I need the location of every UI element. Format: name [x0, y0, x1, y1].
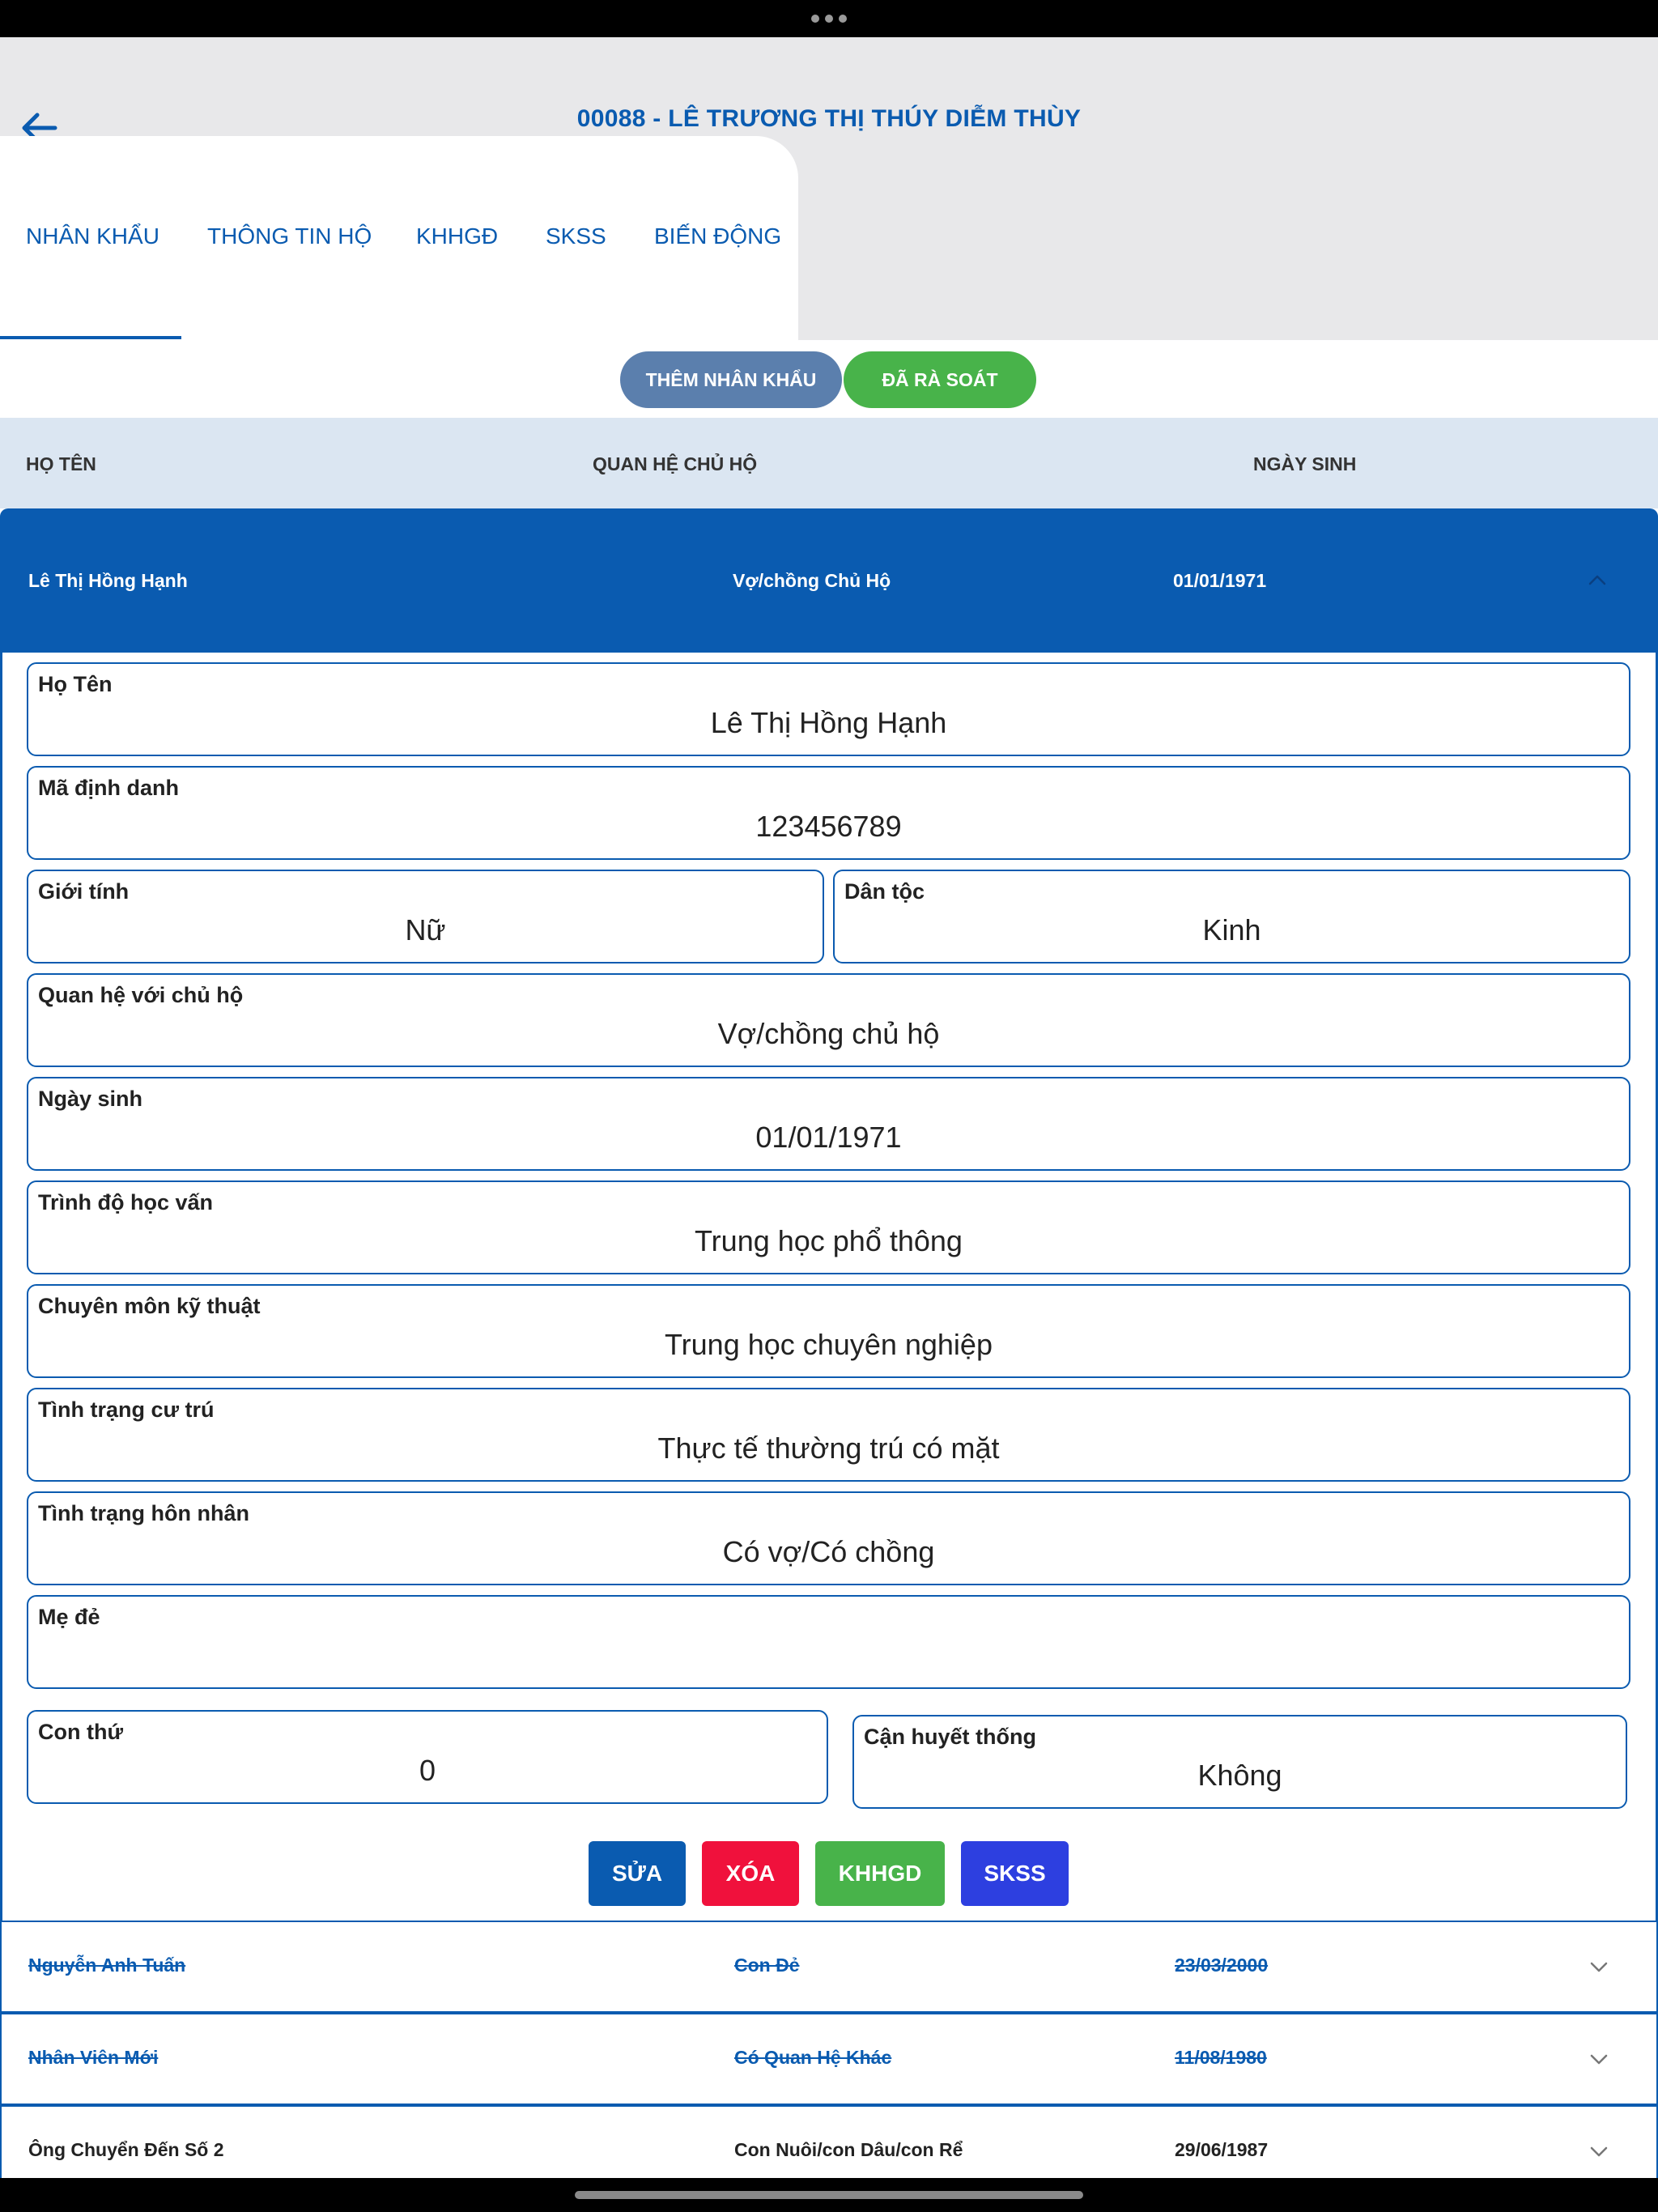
reviewed-button[interactable]: ĐÃ RÀ SOÁT: [844, 351, 1036, 408]
row-dob: 29/06/1987: [1175, 2139, 1269, 2160]
field-label: Con thứ: [38, 1720, 124, 1744]
field-value: 0: [419, 1754, 436, 1787]
field-value: Trung học chuyên nghiệp: [665, 1328, 993, 1361]
field-label: Tình trạng hôn nhân: [38, 1501, 249, 1525]
home-bar: [0, 2178, 1658, 2212]
field-label: Họ Tên: [38, 672, 113, 696]
row-dob: 23/03/2000: [1175, 1955, 1269, 1976]
column-header-name: HỌ TÊN: [26, 453, 96, 474]
table-row[interactable]: Nguyễn Anh Tuấn Con Đẻ 23/03/2000: [0, 1921, 1658, 2013]
id-code-field[interactable]: Mã định danh 123456789: [27, 766, 1630, 860]
row-name: Ông Chuyển Đến Số 2: [28, 2139, 224, 2160]
field-label: Cận huyết thống: [864, 1725, 1036, 1749]
skss-button[interactable]: SKSS: [961, 1841, 1069, 1906]
tab-nhan-khau[interactable]: NHÂN KHẨU: [26, 223, 159, 249]
marital-field[interactable]: Tình trạng hôn nhân Có vợ/Có chồng: [27, 1491, 1630, 1585]
row-name: Lê Thị Hồng Hạnh: [28, 570, 188, 591]
row-relation: Vợ/chồng Chủ Hộ: [733, 570, 891, 591]
child-order-field[interactable]: Con thứ 0: [27, 1710, 828, 1804]
field-value: Có vợ/Có chồng: [722, 1535, 935, 1568]
full-name-field[interactable]: Họ Tên Lê Thị Hồng Hạnh: [27, 662, 1630, 756]
chevron-down-icon[interactable]: [1587, 2047, 1611, 2071]
residence-field[interactable]: Tình trạng cư trú Thực tế thường trú có …: [27, 1388, 1630, 1482]
home-indicator[interactable]: [575, 2191, 1083, 2199]
gender-field[interactable]: Giới tính Nữ: [27, 870, 824, 963]
table-row[interactable]: Nhân Viên Mới Có Quan Hệ Khác 11/08/1980: [0, 2013, 1658, 2105]
row-dob: 11/08/1980: [1175, 2047, 1267, 2068]
dob-field[interactable]: Ngày sinh 01/01/1971: [27, 1077, 1630, 1171]
ethnicity-field[interactable]: Dân tộc Kinh: [833, 870, 1630, 963]
mother-field[interactable]: Mẹ đẻ: [27, 1595, 1630, 1689]
chevron-up-icon[interactable]: [1585, 568, 1609, 593]
tab-skss[interactable]: SKSS: [546, 223, 606, 249]
field-value: Trung học phổ thông: [695, 1224, 963, 1257]
row-name: Nguyễn Anh Tuấn: [28, 1955, 186, 1976]
field-value: 01/01/1971: [755, 1121, 902, 1154]
tab-bien-dong[interactable]: BIẾN ĐỘNG: [654, 223, 781, 249]
active-tab-indicator: [0, 336, 181, 339]
add-member-button[interactable]: THÊM NHÂN KHẨU: [620, 351, 842, 408]
field-value: 123456789: [755, 810, 902, 843]
row-relation: Con Đẻ: [734, 1955, 800, 1976]
field-value: Thực tế thường trú có mặt: [657, 1431, 1000, 1465]
status-bar: [0, 0, 1658, 37]
chevron-down-icon[interactable]: [1587, 1955, 1611, 1979]
technical-field[interactable]: Chuyên môn kỹ thuật Trung học chuyên ngh…: [27, 1284, 1630, 1378]
tab-khhgd[interactable]: KHHGĐ: [416, 223, 498, 249]
education-field[interactable]: Trình độ học vấn Trung học phổ thông: [27, 1180, 1630, 1274]
row-name: Nhân Viên Mới: [28, 2047, 159, 2068]
field-label: Trình độ học vấn: [38, 1190, 214, 1214]
khhgd-button[interactable]: KHHGD: [815, 1841, 945, 1906]
multitask-dots-icon[interactable]: [811, 13, 847, 24]
delete-button[interactable]: XÓA: [702, 1841, 799, 1906]
field-label: Tình trạng cư trú: [38, 1397, 215, 1422]
row-dob: 01/01/1971: [1173, 570, 1267, 591]
field-value: Không: [1197, 1759, 1282, 1792]
table-row-active[interactable]: Lê Thị Hồng Hạnh Vợ/chồng Chủ Hộ 01/01/1…: [0, 508, 1658, 653]
field-value: Nữ: [405, 913, 446, 946]
field-value: Vợ/chồng chủ hộ: [717, 1017, 940, 1050]
tab-bar: NHÂN KHẨU THÔNG TIN HỘ KHHGĐ SKSS BIẾN Đ…: [0, 136, 798, 340]
row-relation: Con Nuôi/con Dâu/con Rể: [734, 2139, 963, 2160]
field-label: Chuyên môn kỹ thuật: [38, 1294, 261, 1318]
field-label: Giới tính: [38, 879, 130, 904]
field-label: Mẹ đẻ: [38, 1605, 100, 1629]
consanguinity-field[interactable]: Cận huyết thống Không: [852, 1715, 1627, 1809]
column-header-dob: NGÀY SINH: [1253, 453, 1357, 474]
field-value: Lê Thị Hồng Hạnh: [710, 706, 947, 739]
edit-button[interactable]: SỬA: [589, 1841, 686, 1906]
field-label: Mã định danh: [38, 776, 179, 800]
relation-field[interactable]: Quan hệ với chủ hộ Vợ/chồng chủ hộ: [27, 973, 1630, 1067]
field-label: Dân tộc: [844, 879, 925, 904]
page-title: 00088 - LÊ TRƯƠNG THỊ THÚY DIỄM THÙY: [576, 105, 1082, 132]
column-header-relation: QUAN HỆ CHỦ HỘ: [593, 453, 758, 474]
tab-thong-tin-ho[interactable]: THÔNG TIN HỘ: [207, 223, 372, 249]
row-relation: Có Quan Hệ Khác: [734, 2047, 892, 2068]
field-label: Quan hệ với chủ hộ: [38, 983, 244, 1007]
table-header: HỌ TÊN QUAN HỆ CHỦ HỘ NGÀY SINH: [0, 418, 1658, 508]
field-value: Kinh: [1202, 913, 1261, 946]
chevron-down-icon[interactable]: [1587, 2139, 1611, 2163]
field-label: Ngày sinh: [38, 1087, 143, 1111]
